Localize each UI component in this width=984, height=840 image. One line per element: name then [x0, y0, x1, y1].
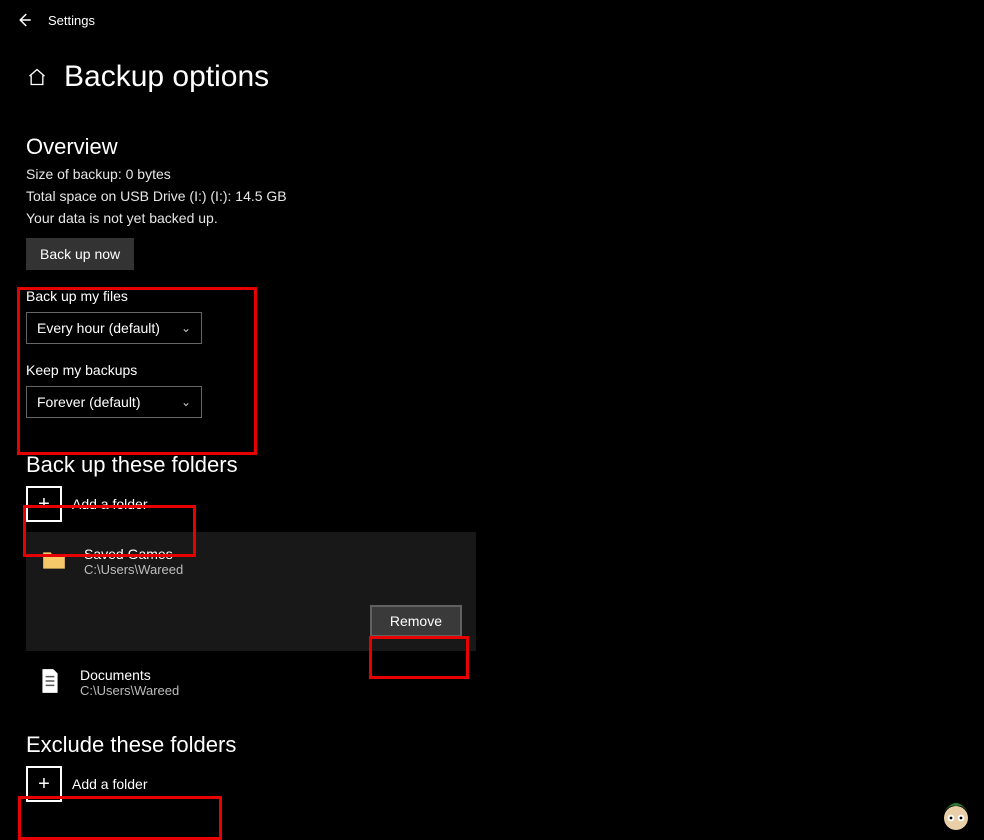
backup-frequency-dropdown[interactable]: Every hour (default) ⌄: [26, 312, 202, 344]
home-icon[interactable]: [26, 66, 48, 88]
remove-folder-button[interactable]: Remove: [370, 605, 462, 637]
selected-folder-name: Saved Games: [84, 546, 183, 562]
plus-icon: +: [26, 486, 62, 522]
mascot-icon: [934, 790, 978, 834]
backup-size-text: Size of backup: 0 bytes: [26, 166, 984, 182]
add-backup-folder-label: Add a folder: [72, 496, 148, 512]
keep-backups-value: Forever (default): [37, 394, 140, 410]
folder-item-path: C:\Users\Wareed: [80, 683, 179, 698]
folder-icon: [40, 546, 68, 574]
folder-list-item[interactable]: Documents C:\Users\Wareed: [26, 667, 984, 698]
chevron-down-icon: ⌄: [181, 395, 191, 409]
annotation-highlight: [18, 796, 222, 840]
folder-item-name: Documents: [80, 667, 179, 683]
selected-folder-path: C:\Users\Wareed: [84, 562, 183, 577]
page-title: Backup options: [64, 60, 269, 94]
add-exclude-folder-label: Add a folder: [72, 776, 148, 792]
keep-backups-dropdown[interactable]: Forever (default) ⌄: [26, 386, 202, 418]
app-title: Settings: [48, 13, 95, 28]
backup-folders-heading: Back up these folders: [26, 452, 984, 478]
chevron-down-icon: ⌄: [181, 321, 191, 335]
backup-now-button[interactable]: Back up now: [26, 238, 134, 270]
backup-frequency-label: Back up my files: [26, 288, 984, 304]
total-space-text: Total space on USB Drive (I:) (I:): 14.5…: [26, 188, 984, 204]
keep-backups-label: Keep my backups: [26, 362, 984, 378]
add-exclude-folder-button[interactable]: + Add a folder: [26, 766, 984, 802]
selected-folder-card[interactable]: Saved Games C:\Users\Wareed Remove: [26, 532, 476, 651]
backup-status-text: Your data is not yet backed up.: [26, 210, 984, 226]
document-icon: [36, 667, 64, 695]
exclude-folders-heading: Exclude these folders: [26, 732, 984, 758]
plus-icon: +: [26, 766, 62, 802]
add-backup-folder-button[interactable]: + Add a folder: [26, 486, 984, 522]
back-button[interactable]: [12, 8, 36, 32]
backup-frequency-value: Every hour (default): [37, 320, 160, 336]
overview-heading: Overview: [26, 134, 984, 160]
